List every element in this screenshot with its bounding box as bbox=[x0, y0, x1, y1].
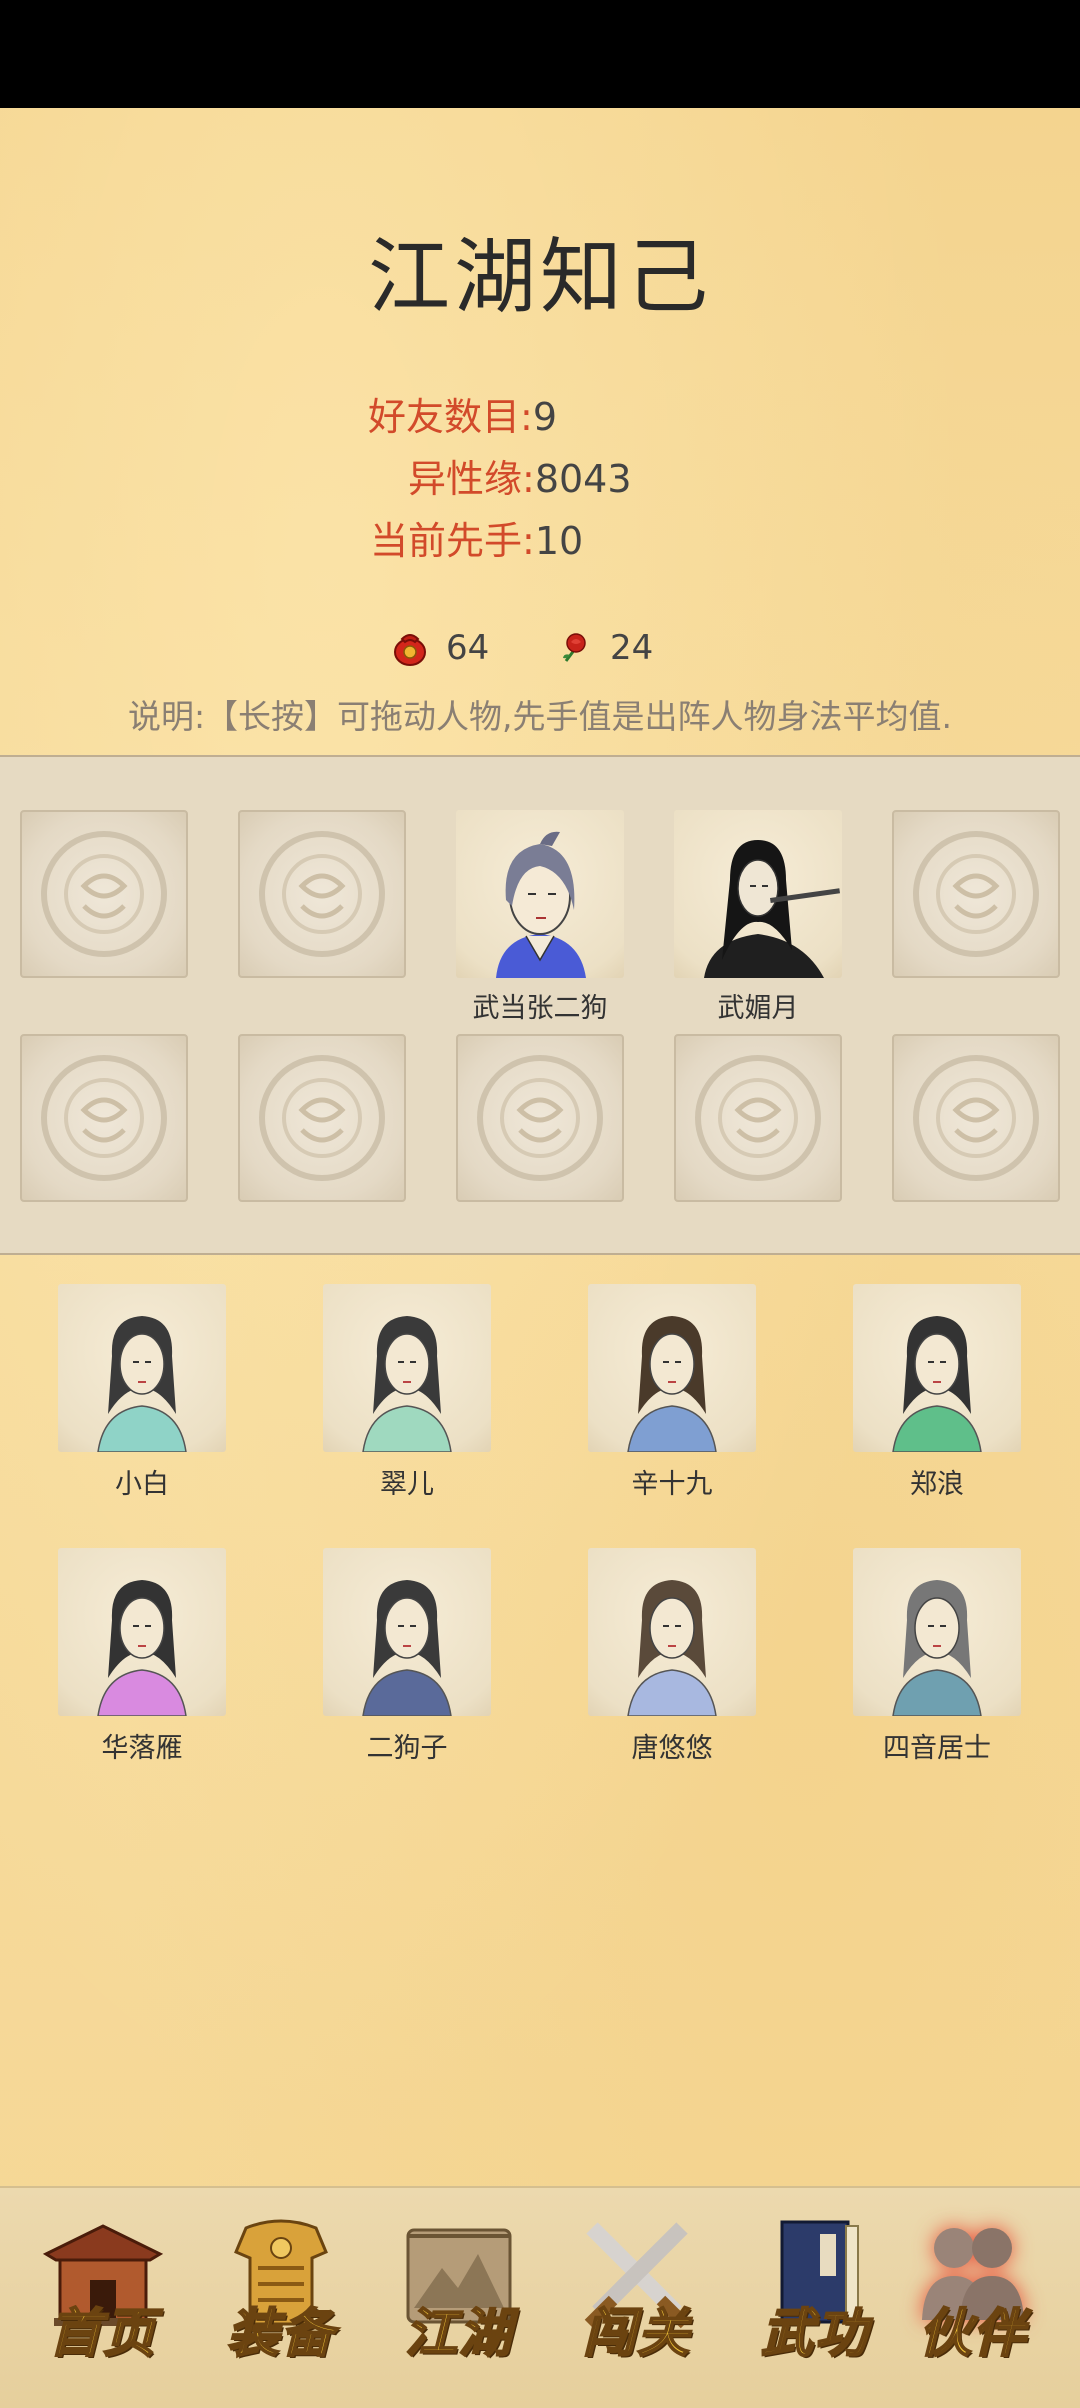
formation-slot-hero[interactable] bbox=[674, 810, 842, 978]
character-portrait bbox=[892, 1316, 982, 1452]
formation-hero-name: 武媚月 bbox=[717, 993, 799, 1024]
nav-jianghu[interactable]: 江湖 bbox=[384, 2208, 534, 2388]
emblem-icon bbox=[41, 831, 167, 957]
partner-card[interactable] bbox=[58, 1548, 226, 1716]
character-portrait bbox=[362, 1316, 452, 1452]
emblem-icon bbox=[913, 831, 1039, 957]
character-portrait bbox=[97, 1580, 187, 1716]
formation-slot-empty[interactable] bbox=[456, 1034, 624, 1202]
emblem-icon bbox=[695, 1055, 821, 1181]
nav-label: 首页 bbox=[48, 2302, 157, 2365]
nav-label: 装备 bbox=[226, 2302, 335, 2365]
partner-name: 华落雁 bbox=[101, 1733, 183, 1764]
charm-stat: 异性缘:8043 bbox=[408, 448, 632, 503]
nav-home[interactable]: 首页 bbox=[28, 2208, 178, 2388]
stat-value: 10 bbox=[534, 519, 584, 563]
initiative-stat: 当前先手:10 bbox=[370, 510, 583, 565]
emblem-icon bbox=[259, 1055, 385, 1181]
formation-slot-empty[interactable] bbox=[892, 1034, 1060, 1202]
partner-name: 小白 bbox=[115, 1469, 169, 1500]
nav-equipment[interactable]: 装备 bbox=[206, 2208, 356, 2388]
partner-name: 辛十九 bbox=[631, 1469, 713, 1500]
character-portrait bbox=[892, 1580, 982, 1716]
emblem-icon bbox=[477, 1055, 603, 1181]
partner-name: 翠儿 bbox=[380, 1469, 434, 1500]
partner-card[interactable] bbox=[323, 1548, 491, 1716]
instructions-note: 说明:【长按】可拖动人物,先手值是出阵人物身法平均值. bbox=[127, 697, 953, 736]
emblem-icon bbox=[913, 1055, 1039, 1181]
formation-slot-empty[interactable] bbox=[892, 810, 1060, 978]
partner-name: 郑浪 bbox=[910, 1469, 964, 1500]
partner-card[interactable] bbox=[58, 1284, 226, 1452]
character-portrait bbox=[704, 840, 841, 978]
formation-slot-hero[interactable] bbox=[456, 810, 624, 978]
partner-card[interactable] bbox=[853, 1284, 1021, 1452]
character-portrait bbox=[496, 831, 586, 978]
character-portrait bbox=[362, 1580, 452, 1716]
character-portrait bbox=[627, 1316, 717, 1452]
formation-slot-empty[interactable] bbox=[20, 810, 188, 978]
emblem-icon bbox=[41, 1055, 167, 1181]
partner-name: 二狗子 bbox=[366, 1733, 448, 1764]
nav-label: 闯关 bbox=[582, 2302, 691, 2365]
formation-slot-empty[interactable] bbox=[238, 810, 406, 978]
stat-label: 异性缘: bbox=[408, 457, 535, 501]
status-bar bbox=[0, 0, 1080, 108]
partner-card[interactable] bbox=[323, 1284, 491, 1452]
red-pouch-currency: 64 bbox=[392, 628, 489, 668]
stat-label: 当前先手: bbox=[370, 519, 535, 563]
nav-partners[interactable]: 伙伴 bbox=[898, 2208, 1048, 2388]
nav-label: 武功 bbox=[760, 2302, 869, 2365]
red-pouch-count: 64 bbox=[446, 628, 490, 668]
formation-slot-empty[interactable] bbox=[674, 1034, 842, 1202]
character-portrait bbox=[627, 1580, 717, 1716]
nav-martial-arts[interactable]: 武功 bbox=[740, 2208, 890, 2388]
stat-label: 好友数目: bbox=[368, 395, 533, 439]
partner-name: 四音居士 bbox=[883, 1733, 991, 1764]
partner-card[interactable] bbox=[588, 1548, 756, 1716]
partner-card[interactable] bbox=[853, 1548, 1021, 1716]
stat-value: 8043 bbox=[534, 457, 632, 501]
formation-slot-empty[interactable] bbox=[20, 1034, 188, 1202]
rose-count: 24 bbox=[610, 628, 654, 668]
emblem-icon bbox=[259, 831, 385, 957]
page-title: 江湖知己 bbox=[367, 230, 712, 325]
nav-label: 江湖 bbox=[404, 2302, 513, 2365]
nav-label: 伙伴 bbox=[918, 2302, 1027, 2365]
red-pouch-icon bbox=[394, 634, 426, 666]
formation-hero-name: 武当张二狗 bbox=[472, 993, 608, 1024]
character-portrait bbox=[97, 1316, 187, 1452]
friend-count-stat: 好友数目:9 bbox=[368, 386, 557, 441]
bottom-nav: 首页 装备 江湖 闯关 武功 伙伴 bbox=[0, 2186, 1080, 2408]
stat-value: 9 bbox=[532, 395, 557, 439]
nav-challenge[interactable]: 闯关 bbox=[562, 2208, 712, 2388]
partner-card[interactable] bbox=[588, 1284, 756, 1452]
rose-currency: 24 bbox=[558, 628, 653, 668]
partner-name: 唐悠悠 bbox=[631, 1733, 713, 1764]
rose-icon bbox=[563, 633, 586, 662]
formation-slot-empty[interactable] bbox=[238, 1034, 406, 1202]
